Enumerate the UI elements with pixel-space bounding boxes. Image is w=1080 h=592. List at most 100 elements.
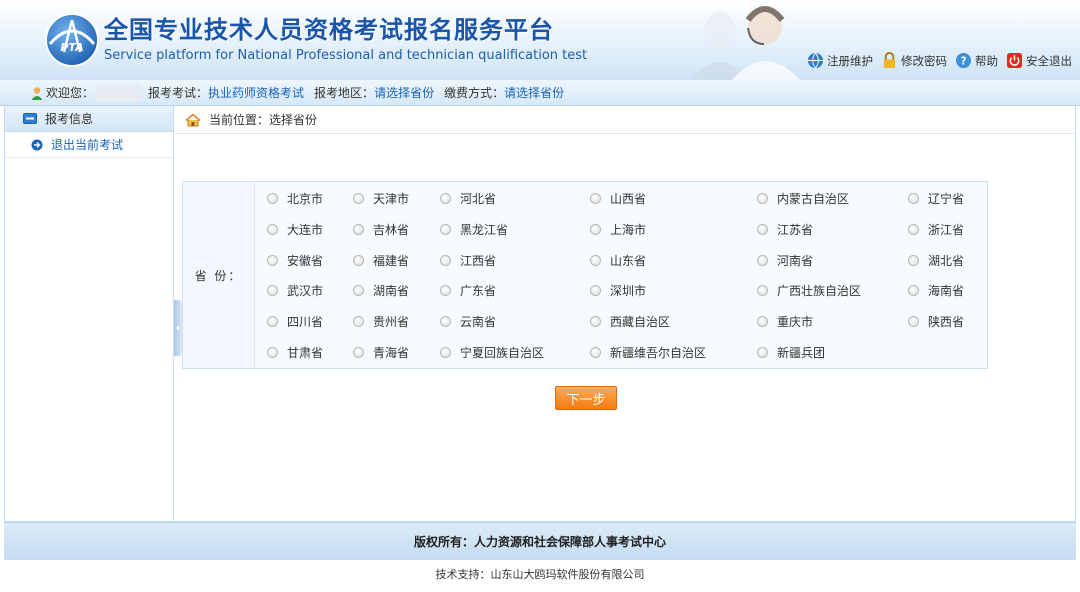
province-option[interactable]: 吉林省	[353, 219, 409, 239]
province-option[interactable]: 宁夏回族自治区	[440, 342, 544, 362]
province-radio[interactable]	[267, 254, 278, 266]
province-radio[interactable]	[908, 284, 919, 296]
panel-icon	[23, 113, 37, 124]
province-option-label: 云南省	[460, 314, 497, 329]
province-option[interactable]: 青海省	[353, 342, 409, 362]
province-option[interactable]: 上海市	[590, 219, 646, 239]
province-option-label: 深圳市	[610, 283, 647, 298]
change-password-link[interactable]: 修改密码	[881, 52, 947, 69]
province-radio[interactable]	[590, 346, 601, 358]
province-label: 省 份：	[183, 182, 255, 368]
province-option[interactable]: 深圳市	[590, 280, 646, 300]
province-radio[interactable]	[267, 315, 278, 327]
province-radio[interactable]	[353, 284, 364, 296]
province-radio[interactable]	[353, 315, 364, 327]
province-radio[interactable]	[757, 223, 768, 235]
province-radio[interactable]	[440, 315, 451, 327]
province-option-label: 上海市	[610, 222, 647, 237]
register-maintenance-link[interactable]: 注册维护	[807, 52, 873, 69]
sidebar-item-exit-exam[interactable]: 退出当前考试	[5, 132, 173, 158]
province-option-label: 海南省	[928, 283, 965, 298]
province-radio[interactable]	[590, 223, 601, 235]
province-option[interactable]: 四川省	[267, 311, 323, 331]
province-option[interactable]: 天津市	[353, 188, 409, 208]
province-option[interactable]: 内蒙古自治区	[757, 188, 849, 208]
province-radio[interactable]	[590, 192, 601, 204]
province-option[interactable]: 山东省	[590, 250, 646, 270]
province-option[interactable]: 新疆兵团	[757, 342, 825, 362]
user-info-bar: 欢迎您： 报考考试：执业药师资格考试 报考地区：请选择省份 缴费方式：请选择省份	[0, 80, 1080, 106]
province-option[interactable]: 河北省	[440, 188, 496, 208]
province-option[interactable]: 北京市	[267, 188, 323, 208]
province-option[interactable]: 福建省	[353, 250, 409, 270]
province-radio[interactable]	[590, 315, 601, 327]
province-radio[interactable]	[757, 254, 768, 266]
province-radio[interactable]	[267, 284, 278, 296]
province-option-label: 重庆市	[777, 314, 814, 329]
customer-service-illustration	[690, 6, 800, 80]
province-option[interactable]: 陕西省	[908, 311, 964, 331]
province-option[interactable]: 湖北省	[908, 250, 964, 270]
province-option[interactable]: 云南省	[440, 311, 496, 331]
province-radio[interactable]	[267, 192, 278, 204]
welcome-label: 欢迎您：	[46, 86, 95, 100]
province-option[interactable]: 贵州省	[353, 311, 409, 331]
province-radio[interactable]	[908, 315, 919, 327]
province-radio[interactable]	[908, 192, 919, 204]
province-radio[interactable]	[440, 223, 451, 235]
exam-value[interactable]: 执业药师资格考试	[208, 86, 304, 100]
payment-info: 缴费方式：请选择省份	[444, 86, 565, 100]
province-radio[interactable]	[267, 346, 278, 358]
site-title: 全国专业技术人员资格考试报名服务平台	[104, 16, 554, 44]
province-option[interactable]: 辽宁省	[908, 188, 964, 208]
province-radio[interactable]	[590, 254, 601, 266]
province-option[interactable]: 江苏省	[757, 219, 813, 239]
province-radio[interactable]	[353, 254, 364, 266]
province-radio[interactable]	[908, 254, 919, 266]
province-option-label: 湖南省	[373, 283, 410, 298]
province-option[interactable]: 广西壮族自治区	[757, 280, 861, 300]
province-option[interactable]: 黑龙江省	[440, 219, 508, 239]
arrow-right-circle-icon	[31, 139, 43, 150]
province-option[interactable]: 西藏自治区	[590, 311, 670, 331]
footer-tech-support: 技术支持：山东山大鸥玛软件股份有限公司	[435, 568, 645, 581]
province-option[interactable]: 海南省	[908, 280, 964, 300]
province-radio[interactable]	[908, 223, 919, 235]
payment-value[interactable]: 请选择省份	[504, 86, 564, 100]
province-option[interactable]: 山西省	[590, 188, 646, 208]
province-option[interactable]: 武汉市	[267, 280, 323, 300]
province-option-label: 浙江省	[928, 222, 965, 237]
province-radio[interactable]	[267, 223, 278, 235]
content-frame: 报考信息 退出当前考试 当前位置：选择省份 省 份： 北京市 天津市 河北省 山西省 内…	[4, 106, 1076, 522]
province-option-label: 新疆维吾尔自治区	[610, 345, 707, 360]
province-radio[interactable]	[440, 284, 451, 296]
province-option[interactable]: 甘肃省	[267, 342, 323, 362]
province-radio[interactable]	[590, 284, 601, 296]
province-option[interactable]: 广东省	[440, 280, 496, 300]
next-step-button[interactable]: 下一步	[555, 386, 617, 410]
province-option[interactable]: 大连市	[267, 219, 323, 239]
province-radio[interactable]	[353, 223, 364, 235]
province-option-label: 辽宁省	[928, 191, 965, 206]
province-option[interactable]: 新疆维吾尔自治区	[590, 342, 706, 362]
province-option[interactable]: 安徽省	[267, 250, 323, 270]
province-option[interactable]: 河南省	[757, 250, 813, 270]
province-radio[interactable]	[757, 192, 768, 204]
province-option[interactable]: 浙江省	[908, 219, 964, 239]
province-radio[interactable]	[757, 315, 768, 327]
province-radio[interactable]	[353, 192, 364, 204]
province-option[interactable]: 湖南省	[353, 280, 409, 300]
province-radio[interactable]	[757, 346, 768, 358]
province-radio[interactable]	[440, 192, 451, 204]
province-radio[interactable]	[440, 346, 451, 358]
help-icon: ?	[955, 52, 972, 69]
province-option[interactable]: 重庆市	[757, 311, 813, 331]
region-value[interactable]: 请选择省份	[374, 86, 434, 100]
province-radio[interactable]	[440, 254, 451, 266]
breadcrumb-label: 当前位置：选择省份	[209, 113, 318, 127]
safe-logout-link[interactable]: 安全退出	[1006, 52, 1072, 69]
province-radio[interactable]	[353, 346, 364, 358]
province-radio[interactable]	[757, 284, 768, 296]
province-option[interactable]: 江西省	[440, 250, 496, 270]
help-link[interactable]: ? 帮助	[955, 52, 998, 69]
